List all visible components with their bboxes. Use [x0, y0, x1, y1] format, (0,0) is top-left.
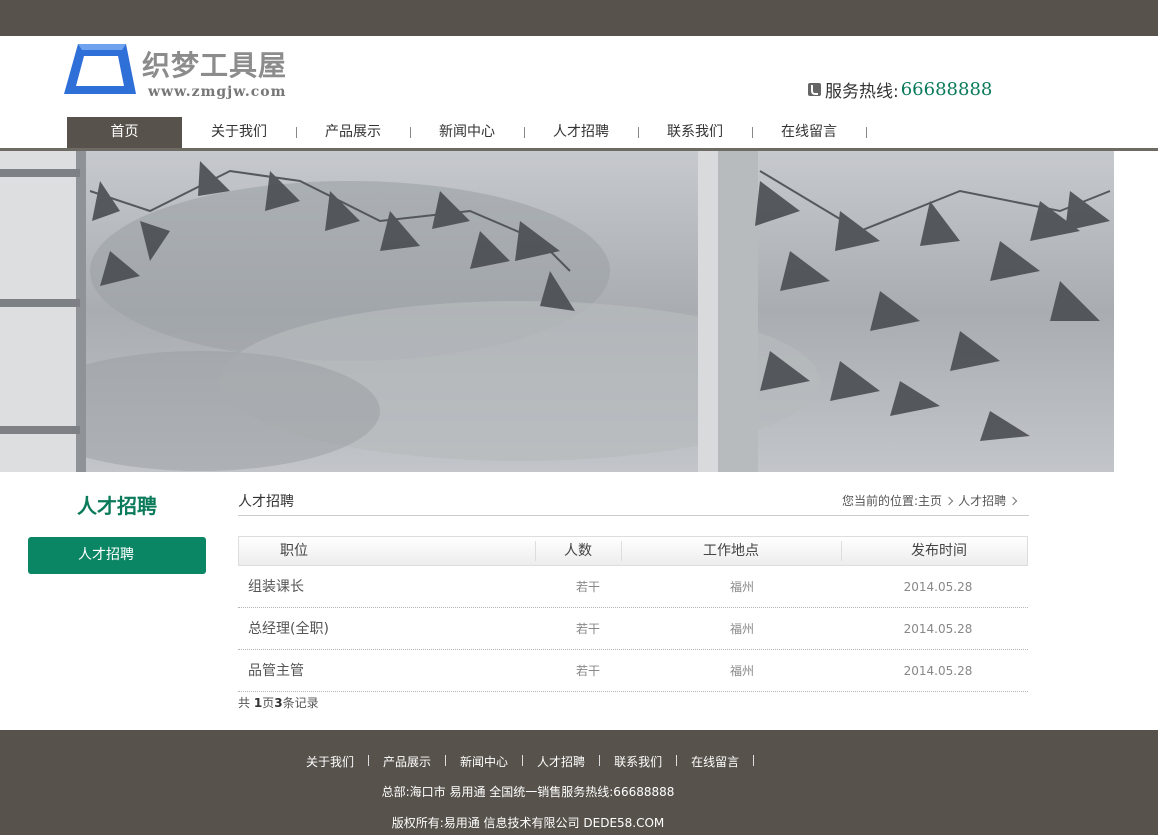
footer-address: 总部:海口市 易用通 全国统一销售服务热线:66688888 [381, 785, 675, 799]
pager-pages: 1 [253, 696, 263, 710]
table-row[interactable]: 总经理(全职) 若干 福州 2014.05.28 [238, 608, 1028, 650]
footer-link-jobs[interactable]: 人才招聘 [537, 753, 585, 770]
main-nav: 首页 关于我们 产品展示 新闻中心 人才招聘 联系我们 在线留言 [0, 117, 1158, 148]
header: 织梦工具屋 www.zmgjw.com 服务热线: 66688888 [0, 36, 1158, 116]
jobs-table: 职位 人数 工作地点 发布时间 组装课长 若干 福州 2014.05.28 总经… [238, 536, 1028, 692]
nav-item-home[interactable]: 首页 [67, 117, 182, 148]
breadcrumb-current[interactable]: 人才招聘 [958, 492, 1006, 509]
nav-item-about[interactable]: 关于我们 [182, 117, 296, 148]
pager-mid: 页 [262, 696, 275, 710]
logo-mark-icon [64, 44, 136, 94]
logo-domain: www.zmgjw.com [148, 84, 287, 100]
footer-link-message[interactable]: 在线留言 [691, 753, 739, 770]
table-header: 职位 人数 工作地点 发布时间 [238, 536, 1028, 566]
footer-copyright: 版权所有:易用通 信息技术有限公司 DEDE58.COM [391, 816, 665, 830]
footer-links: 关于我们 产品展示 新闻中心 人才招聘 联系我们 在线留言 [306, 753, 768, 770]
job-count: 若干 [575, 664, 600, 678]
job-count: 若干 [575, 580, 600, 594]
footer-separator [676, 755, 678, 766]
footer-link-products[interactable]: 产品展示 [383, 753, 431, 770]
sidebar-item-jobs[interactable]: 人才招聘 [28, 537, 206, 574]
column-header-position: 职位 [280, 543, 308, 559]
nav-item-contact[interactable]: 联系我们 [638, 117, 752, 148]
hotline-label: 服务热线: [825, 81, 899, 102]
footer-separator [522, 755, 524, 766]
footer-separator [753, 755, 755, 766]
nav-item-products[interactable]: 产品展示 [296, 117, 410, 148]
hotline-number: 66688888 [900, 78, 993, 100]
logo-name: 织梦工具屋 [142, 49, 288, 82]
footer-separator [445, 755, 447, 766]
nav-item-message[interactable]: 在线留言 [752, 117, 866, 148]
banner-image [0, 151, 1114, 472]
pagination-summary: 共 1页3条记录 [238, 694, 319, 711]
job-location: 福州 [729, 580, 754, 594]
sidebar-title: 人才招聘 [77, 494, 157, 518]
job-location: 福州 [729, 664, 754, 678]
breadcrumb-home[interactable]: 主页 [918, 492, 942, 509]
top-bar [0, 0, 1158, 36]
column-header-date: 发布时间 [911, 543, 967, 559]
pager-suffix: 条记录 [282, 696, 319, 710]
job-date: 2014.05.28 [903, 580, 973, 594]
job-title-link[interactable]: 组装课长 [238, 566, 534, 608]
nav-separator [866, 127, 867, 138]
title-divider [238, 515, 1029, 516]
column-header-location: 工作地点 [703, 543, 759, 559]
footer-separator [599, 755, 601, 766]
pager-prefix: 共 [238, 696, 254, 710]
table-row[interactable]: 品管主管 若干 福州 2014.05.28 [238, 650, 1028, 692]
chevron-right-icon [944, 496, 954, 505]
job-date: 2014.05.28 [903, 622, 973, 636]
hotline: 服务热线: 66688888 [808, 78, 993, 102]
nav-item-jobs[interactable]: 人才招聘 [524, 117, 638, 148]
chevron-right-icon [1008, 496, 1018, 505]
breadcrumb: 您当前的位置: 主页 人才招聘 [842, 492, 1022, 509]
site-logo[interactable]: 织梦工具屋 www.zmgjw.com [64, 40, 314, 104]
footer-link-news[interactable]: 新闻中心 [460, 753, 508, 770]
footer-separator [368, 755, 370, 766]
nav-item-news[interactable]: 新闻中心 [410, 117, 524, 148]
breadcrumb-prefix: 您当前的位置: [842, 494, 919, 508]
footer: 关于我们 产品展示 新闻中心 人才招聘 联系我们 在线留言 总部:海口市 易用通… [0, 730, 1158, 835]
footer-link-about[interactable]: 关于我们 [306, 753, 354, 770]
job-count: 若干 [575, 622, 600, 636]
job-title-link[interactable]: 品管主管 [238, 650, 534, 692]
job-title-link[interactable]: 总经理(全职) [238, 608, 534, 650]
page-title: 人才招聘 [238, 494, 294, 510]
footer-link-contact[interactable]: 联系我们 [614, 753, 662, 770]
table-row[interactable]: 组装课长 若干 福州 2014.05.28 [238, 566, 1028, 608]
phone-icon [808, 82, 821, 96]
pager-records: 3 [274, 696, 283, 710]
column-header-count: 人数 [564, 543, 592, 559]
job-location: 福州 [729, 622, 754, 636]
job-date: 2014.05.28 [903, 664, 973, 678]
